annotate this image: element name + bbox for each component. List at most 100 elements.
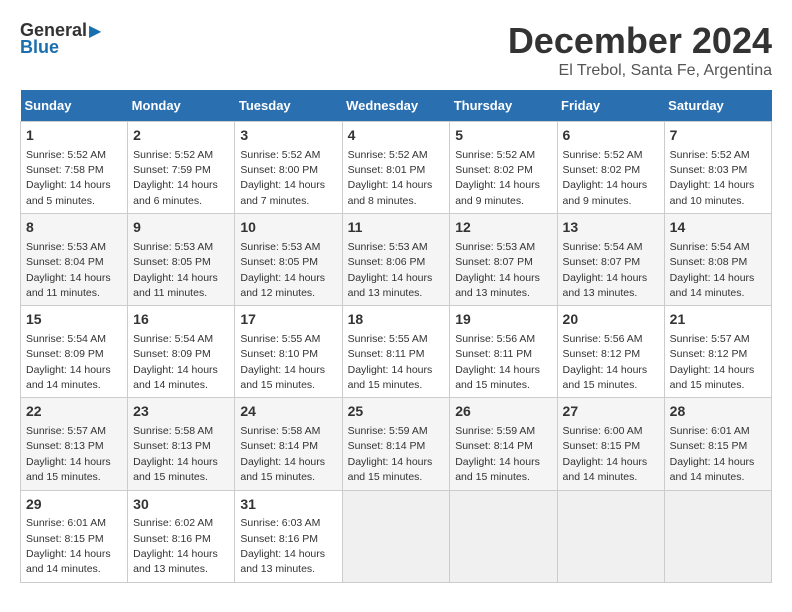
day-sunset: Sunset: 8:02 PM [563, 164, 641, 176]
day-cell: 2Sunrise: 5:52 AMSunset: 7:59 PMDaylight… [128, 122, 235, 214]
day-sunrise: Sunrise: 5:52 AM [670, 149, 750, 161]
day-cell: 15Sunrise: 5:54 AMSunset: 8:09 PMDayligh… [21, 306, 128, 398]
day-sunset: Sunset: 8:08 PM [670, 256, 748, 268]
day-cell: 14Sunrise: 5:54 AMSunset: 8:08 PMDayligh… [664, 214, 771, 306]
day-sunrise: Sunrise: 5:57 AM [26, 425, 106, 437]
day-number: 16 [133, 310, 229, 330]
day-sunrise: Sunrise: 5:56 AM [563, 333, 643, 345]
day-sunset: Sunset: 7:59 PM [133, 164, 211, 176]
day-cell: 12Sunrise: 5:53 AMSunset: 8:07 PMDayligh… [450, 214, 557, 306]
day-sunrise: Sunrise: 5:53 AM [455, 241, 535, 253]
day-sunset: Sunset: 8:14 PM [348, 440, 426, 452]
day-sunset: Sunset: 8:00 PM [240, 164, 318, 176]
day-sunset: Sunset: 8:10 PM [240, 348, 318, 360]
day-number: 9 [133, 218, 229, 238]
day-cell: 23Sunrise: 5:58 AMSunset: 8:13 PMDayligh… [128, 398, 235, 490]
day-daylight: Daylight: 14 hours and 7 minutes. [240, 179, 325, 206]
day-sunset: Sunset: 8:04 PM [26, 256, 104, 268]
day-daylight: Daylight: 14 hours and 15 minutes. [240, 364, 325, 391]
day-daylight: Daylight: 14 hours and 15 minutes. [563, 364, 648, 391]
title-section: December 2024 El Trebol, Santa Fe, Argen… [508, 20, 772, 80]
day-cell: 29Sunrise: 6:01 AMSunset: 8:15 PMDayligh… [21, 490, 128, 582]
calendar-week-row: 8 Sunrise: 5:53 AM Sunset: 8:04 PM Daylight… [21, 214, 772, 306]
day-sunset: Sunset: 8:15 PM [26, 533, 104, 545]
day-daylight: Daylight: 14 hours and 13 minutes. [563, 272, 648, 299]
day-number: 27 [563, 402, 659, 422]
day-cell: 27Sunrise: 6:00 AMSunset: 8:15 PMDayligh… [557, 398, 664, 490]
day-sunrise: Sunrise: 5:59 AM [348, 425, 428, 437]
day-number: 15 [26, 310, 122, 330]
day-number: 26 [455, 402, 551, 422]
day-number: 7 [670, 126, 766, 146]
day-number: 11 [348, 218, 445, 238]
day-daylight: Daylight: 14 hours and 12 minutes. [240, 272, 325, 299]
day-daylight: Daylight: 14 hours and 13 minutes. [455, 272, 540, 299]
day-cell: 18Sunrise: 5:55 AMSunset: 8:11 PMDayligh… [342, 306, 450, 398]
day-number: 2 [133, 126, 229, 146]
logo-text-blue: Blue [20, 37, 59, 58]
day-daylight: Daylight: 14 hours and 15 minutes. [348, 456, 433, 483]
day-sunrise: Sunrise: 5:54 AM [26, 333, 106, 345]
day-daylight: Daylight: 14 hours and 8 minutes. [348, 179, 433, 206]
day-number: 3 [240, 126, 336, 146]
day-daylight: Daylight: 14 hours and 15 minutes. [348, 364, 433, 391]
day-number: 18 [348, 310, 445, 330]
day-cell: 24Sunrise: 5:58 AMSunset: 8:14 PMDayligh… [235, 398, 342, 490]
day-sunrise: Sunrise: 5:52 AM [348, 149, 428, 161]
day-sunrise: Sunrise: 5:59 AM [455, 425, 535, 437]
day-sunrise: Sunrise: 5:53 AM [240, 241, 320, 253]
day-daylight: Daylight: 14 hours and 5 minutes. [26, 179, 111, 206]
day-daylight: Daylight: 14 hours and 13 minutes. [348, 272, 433, 299]
day-sunset: Sunset: 8:16 PM [133, 533, 211, 545]
calendar-week-row: 1Sunrise: 5:52 AMSunset: 7:58 PMDaylight… [21, 122, 772, 214]
day-sunrise: Sunrise: 6:01 AM [670, 425, 750, 437]
day-number: 4 [348, 126, 445, 146]
day-sunset: Sunset: 8:13 PM [133, 440, 211, 452]
day-daylight: Daylight: 14 hours and 14 minutes. [26, 364, 111, 391]
day-sunrise: Sunrise: 5:52 AM [563, 149, 643, 161]
day-daylight: Daylight: 14 hours and 13 minutes. [133, 548, 218, 575]
day-sunrise: Sunrise: 5:53 AM [26, 241, 106, 253]
day-sunset: Sunset: 8:05 PM [240, 256, 318, 268]
day-cell: 28Sunrise: 6:01 AMSunset: 8:15 PMDayligh… [664, 398, 771, 490]
day-cell: 1Sunrise: 5:52 AMSunset: 7:58 PMDaylight… [21, 122, 128, 214]
day-cell: 26 Sunrise: 5:59 AM Sunset: 8:14 PM Dayligh… [450, 398, 557, 490]
day-sunrise: Sunrise: 5:52 AM [240, 149, 320, 161]
empty-cell [342, 490, 450, 582]
day-daylight: Daylight: 14 hours and 14 minutes. [670, 272, 755, 299]
day-cell: 17Sunrise: 5:55 AMSunset: 8:10 PMDayligh… [235, 306, 342, 398]
empty-cell [450, 490, 557, 582]
day-cell: 31Sunrise: 6:03 AMSunset: 8:16 PMDayligh… [235, 490, 342, 582]
day-number: 30 [133, 495, 229, 515]
day-number: 8 [26, 218, 122, 238]
header-day-thursday: Thursday [450, 90, 557, 122]
day-sunset: Sunset: 8:01 PM [348, 164, 426, 176]
header-day-tuesday: Tuesday [235, 90, 342, 122]
day-sunrise: Sunrise: 5:53 AM [133, 241, 213, 253]
day-daylight: Daylight: 14 hours and 14 minutes. [133, 364, 218, 391]
day-number: 10 [240, 218, 336, 238]
day-sunrise: Sunrise: 5:52 AM [133, 149, 213, 161]
header-row: SundayMondayTuesdayWednesdayThursdayFrid… [21, 90, 772, 122]
day-sunset: Sunset: 8:07 PM [455, 256, 533, 268]
day-number: 5 [455, 126, 551, 146]
day-daylight: Daylight: 14 hours and 15 minutes. [133, 456, 218, 483]
day-daylight: Daylight: 14 hours and 9 minutes. [455, 179, 540, 206]
day-sunset: Sunset: 8:14 PM [455, 440, 533, 452]
day-number: 17 [240, 310, 336, 330]
day-number: 21 [670, 310, 766, 330]
calendar-table: SundayMondayTuesdayWednesdayThursdayFrid… [20, 90, 772, 583]
day-daylight: Daylight: 14 hours and 15 minutes. [670, 364, 755, 391]
day-daylight: Daylight: 14 hours and 15 minutes. [455, 364, 540, 391]
day-sunrise: Sunrise: 5:54 AM [563, 241, 643, 253]
day-cell: 7Sunrise: 5:52 AMSunset: 8:03 PMDaylight… [664, 122, 771, 214]
logo-bird-icon: ▶ [89, 21, 101, 41]
day-sunset: Sunset: 8:07 PM [563, 256, 641, 268]
day-sunrise: Sunrise: 5:56 AM [455, 333, 535, 345]
day-cell: 13Sunrise: 5:54 AMSunset: 8:07 PMDayligh… [557, 214, 664, 306]
day-daylight: Daylight: 14 hours and 15 minutes. [26, 456, 111, 483]
day-daylight: Daylight: 14 hours and 11 minutes. [26, 272, 111, 299]
day-daylight: Daylight: 14 hours and 14 minutes. [26, 548, 111, 575]
calendar-week-row: 15Sunrise: 5:54 AMSunset: 8:09 PMDayligh… [21, 306, 772, 398]
day-daylight: Daylight: 14 hours and 15 minutes. [455, 456, 540, 483]
